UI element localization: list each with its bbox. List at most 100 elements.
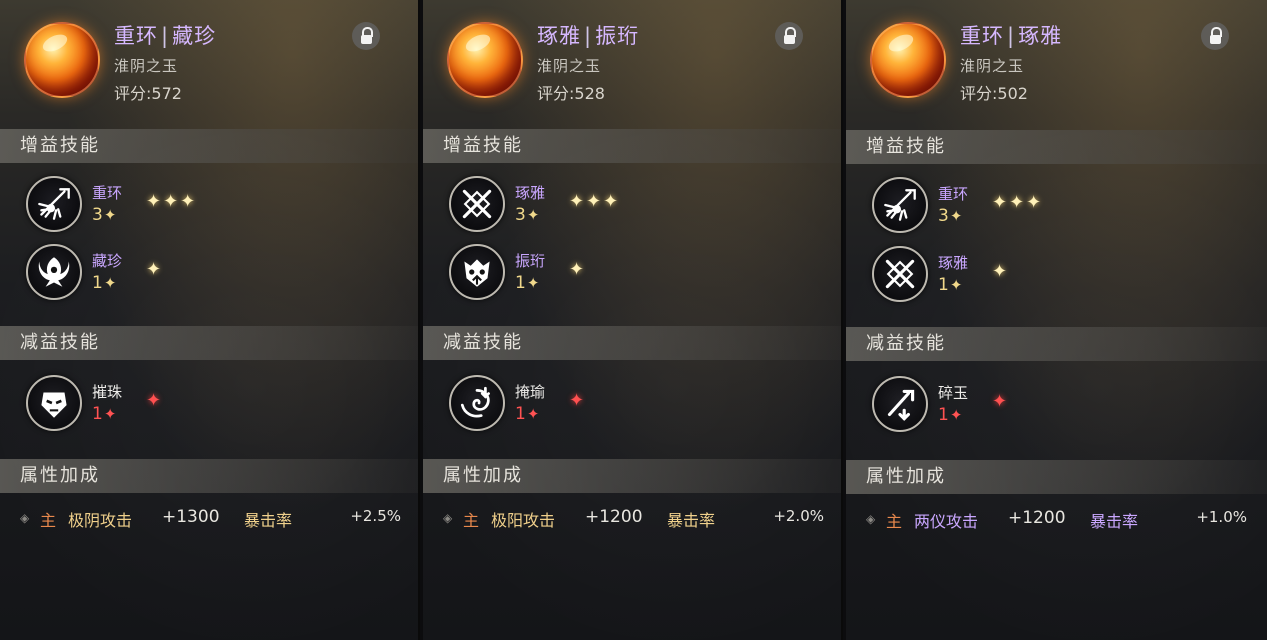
star-icon: ✦ [103, 206, 117, 224]
buff-skill-name: 振珩 [515, 252, 546, 270]
lock-button[interactable] [1201, 22, 1229, 50]
crit-name: 暴击率 [244, 511, 293, 530]
jade-subtitle: 淮阴之玉 [537, 57, 602, 75]
jade-panel-1[interactable]: 重环 | 藏珍 淮阴之玉 评分:572 增益技能 重环 3✦ ✦✦✦ 藏珍 1✦ ✦… [0, 0, 420, 640]
buff-section-header: 增益技能 [423, 129, 841, 163]
attr-value: +1200 [585, 507, 643, 527]
main-tag: 主 [463, 511, 480, 530]
lock-button[interactable] [775, 22, 803, 50]
crossed-swords-icon [449, 176, 505, 232]
attr-name: 极阳攻击 [491, 511, 556, 530]
jade-title: 重环 | 藏珍 [114, 24, 217, 48]
jade-orb-icon [24, 22, 100, 98]
buff-section-header: 增益技能 [0, 129, 418, 163]
star-icon: ✦ [526, 405, 540, 423]
star-rating: ✦✦✦ [569, 191, 621, 212]
buff-skill-name: 琢雅 [938, 254, 969, 272]
buff-skill-2[interactable]: 振珩 1✦ ✦ [449, 244, 809, 304]
star-rating: ✦✦✦ [992, 192, 1044, 213]
star-rating: ✦ [569, 390, 587, 411]
crit-name: 暴击率 [1090, 512, 1139, 531]
jade-title: 重环 | 琢雅 [960, 24, 1063, 48]
sword-burst-icon [872, 177, 928, 233]
star-icon: ✦ [949, 406, 963, 424]
demon-face-icon [449, 244, 505, 300]
debuff-skill-name: 掩瑜 [515, 383, 546, 401]
debuff-skill[interactable]: 掩瑜 1✦ ✦ [449, 375, 809, 435]
buff-section-header: 增益技能 [846, 130, 1267, 164]
buff-skill-1[interactable]: 重环 3✦ ✦✦✦ [872, 177, 1232, 237]
attr-row: ◈ 主 极阴攻击 +1300 暴击率 +2.5% [20, 507, 405, 531]
lock-icon [783, 26, 796, 44]
lock-icon [360, 26, 373, 44]
attr-row: ◈ 主 两仪攻击 +1200 暴击率 +1.0% [866, 508, 1251, 532]
buff-skill-level: 3✦ [938, 206, 963, 226]
jade-subtitle: 淮阴之玉 [960, 57, 1025, 75]
jade-panel-3[interactable]: 重环 | 琢雅 淮阴之玉 评分:502 增益技能 重环 3✦ ✦✦✦ 琢雅 1✦ ✦… [846, 0, 1267, 640]
debuff-section-header: 减益技能 [846, 327, 1267, 361]
buff-skill-name: 琢雅 [515, 184, 546, 202]
diamond-icon: ◈ [866, 512, 876, 526]
broken-sword-icon [872, 376, 928, 432]
jade-orb-icon [870, 22, 946, 98]
main-tag: 主 [886, 512, 903, 531]
crit-value: +2.0% [773, 507, 824, 525]
buff-skill-level: 1✦ [92, 273, 117, 293]
buff-skill-name: 重环 [92, 184, 123, 202]
buff-skill-2[interactable]: 藏珍 1✦ ✦ [26, 244, 386, 304]
sword-burst-icon [26, 176, 82, 232]
phoenix-icon [26, 244, 82, 300]
star-icon: ✦ [949, 207, 963, 225]
star-rating: ✦ [992, 261, 1010, 282]
buff-skill-name: 重环 [938, 185, 969, 203]
buff-skill-name: 藏珍 [92, 252, 123, 270]
crit-value: +1.0% [1196, 508, 1247, 526]
attr-value: +1300 [162, 507, 220, 527]
star-icon: ✦ [103, 274, 117, 292]
debuff-section-header: 减益技能 [0, 326, 418, 360]
buff-skill-1[interactable]: 琢雅 3✦ ✦✦✦ [449, 176, 809, 236]
buff-skill-1[interactable]: 重环 3✦ ✦✦✦ [26, 176, 386, 236]
star-icon: ✦ [526, 206, 540, 224]
debuff-skill-level: 1✦ [515, 404, 540, 424]
debuff-skill[interactable]: 碎玉 1✦ ✦ [872, 376, 1232, 436]
jade-subtitle: 淮阴之玉 [114, 57, 179, 75]
debuff-skill[interactable]: 摧珠 1✦ ✦ [26, 375, 386, 435]
attr-row: ◈ 主 极阳攻击 +1200 暴击率 +2.0% [443, 507, 828, 531]
diamond-icon: ◈ [20, 511, 30, 525]
attr-section-header: 属性加成 [0, 459, 418, 493]
mask-icon [26, 375, 82, 431]
debuff-section-header: 减益技能 [423, 326, 841, 360]
crossed-swords-icon [872, 246, 928, 302]
star-icon: ✦ [103, 405, 117, 423]
diamond-icon: ◈ [443, 511, 453, 525]
star-rating: ✦ [146, 390, 164, 411]
debuff-skill-level: 1✦ [92, 404, 117, 424]
crit-name: 暴击率 [667, 511, 716, 530]
debuff-skill-level: 1✦ [938, 405, 963, 425]
jade-score: 评分:502 [960, 84, 1028, 103]
buff-skill-2[interactable]: 琢雅 1✦ ✦ [872, 246, 1232, 306]
debuff-skill-name: 摧珠 [92, 383, 123, 401]
attr-name: 极阴攻击 [68, 511, 133, 530]
buff-skill-level: 1✦ [938, 275, 963, 295]
jade-panel-2[interactable]: 琢雅 | 振珩 淮阴之玉 评分:528 增益技能 琢雅 3✦ ✦✦✦ 振珩 1✦ ✦… [423, 0, 843, 640]
star-rating: ✦ [992, 391, 1010, 412]
crit-value: +2.5% [350, 507, 401, 525]
lock-icon [1209, 26, 1222, 44]
attr-section-header: 属性加成 [846, 460, 1267, 494]
jade-score: 评分:572 [114, 84, 182, 103]
jade-orb-icon [447, 22, 523, 98]
buff-skill-level: 3✦ [515, 205, 540, 225]
jade-title: 琢雅 | 振珩 [537, 24, 640, 48]
vortex-icon [449, 375, 505, 431]
lock-button[interactable] [352, 22, 380, 50]
debuff-skill-name: 碎玉 [938, 384, 969, 402]
attr-name: 两仪攻击 [914, 512, 979, 531]
buff-skill-level: 3✦ [92, 205, 117, 225]
jade-score: 评分:528 [537, 84, 605, 103]
star-rating: ✦✦✦ [146, 191, 198, 212]
attr-value: +1200 [1008, 508, 1066, 528]
star-icon: ✦ [949, 276, 963, 294]
star-rating: ✦ [569, 259, 587, 280]
